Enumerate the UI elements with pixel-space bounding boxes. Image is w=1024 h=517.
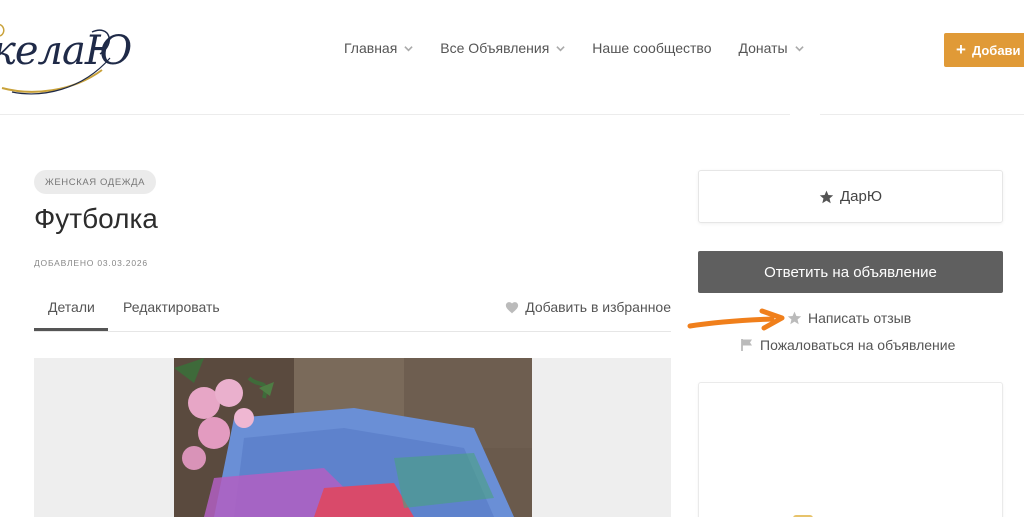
nav-item-label: Главная xyxy=(344,40,398,56)
photo-illustration xyxy=(174,358,532,517)
author-name: ДарЮ xyxy=(840,188,882,205)
favorites-label: Добавить в избранное xyxy=(525,299,671,315)
chevron-down-icon xyxy=(794,45,804,51)
logo-text: келаЮ xyxy=(0,28,133,74)
annotation-arrow-icon xyxy=(687,308,785,331)
nav-item-all-listings[interactable]: Все Объявления xyxy=(440,40,565,56)
nav-item-community[interactable]: Наше сообщество xyxy=(592,40,711,56)
site-logo[interactable]: келаЮ xyxy=(0,18,133,100)
add-listing-label: Добави xyxy=(971,42,1021,58)
author-card[interactable]: ДарЮ xyxy=(698,170,1003,223)
listing-title: Футболка xyxy=(34,203,158,234)
site-header: келаЮ Главная Все Объявления Наше сообще… xyxy=(0,0,1024,115)
add-listing-button[interactable]: + Добави xyxy=(944,33,1024,67)
report-listing-link[interactable]: Пожаловаться на объявление xyxy=(740,337,955,353)
heart-icon xyxy=(506,301,519,313)
sidebar-widget xyxy=(698,382,1003,517)
star-icon xyxy=(819,190,834,203)
category-badge[interactable]: ЖЕНСКАЯ ОДЕЖДА xyxy=(34,170,157,194)
report-label: Пожаловаться на объявление xyxy=(760,337,956,353)
listing-date: ДОБАВЛЕНО 03.03.2026 xyxy=(34,258,148,268)
tab-edit[interactable]: Редактировать xyxy=(123,299,220,315)
main-nav: Главная Все Объявления Наше сообщество Д… xyxy=(344,40,831,56)
listing-photo[interactable] xyxy=(174,358,532,517)
active-tab-indicator xyxy=(34,328,108,331)
nav-item-label: Донаты xyxy=(738,40,788,56)
nav-item-label: Все Объявления xyxy=(440,40,550,56)
header-notch xyxy=(790,108,820,122)
flag-icon xyxy=(741,339,752,351)
nav-item-donations[interactable]: Донаты xyxy=(738,40,804,56)
write-review-link[interactable]: Написать отзыв xyxy=(787,310,911,326)
plus-icon: + xyxy=(956,40,966,59)
reply-to-listing-button[interactable]: Ответить на объявление xyxy=(698,251,1003,293)
add-to-favorites-link[interactable]: Добавить в избранное xyxy=(505,299,671,315)
nav-item-label: Наше сообщество xyxy=(592,40,712,56)
listing-tabs: Детали Редактировать Добавить в избранно… xyxy=(34,290,671,332)
chevron-down-icon xyxy=(404,45,413,51)
write-review-label: Написать отзыв xyxy=(808,310,912,326)
nav-item-home[interactable]: Главная xyxy=(344,40,413,56)
star-icon xyxy=(787,311,802,325)
chevron-down-icon xyxy=(556,45,565,51)
tab-details[interactable]: Детали xyxy=(48,299,95,315)
listing-image-gallery[interactable] xyxy=(34,358,671,517)
